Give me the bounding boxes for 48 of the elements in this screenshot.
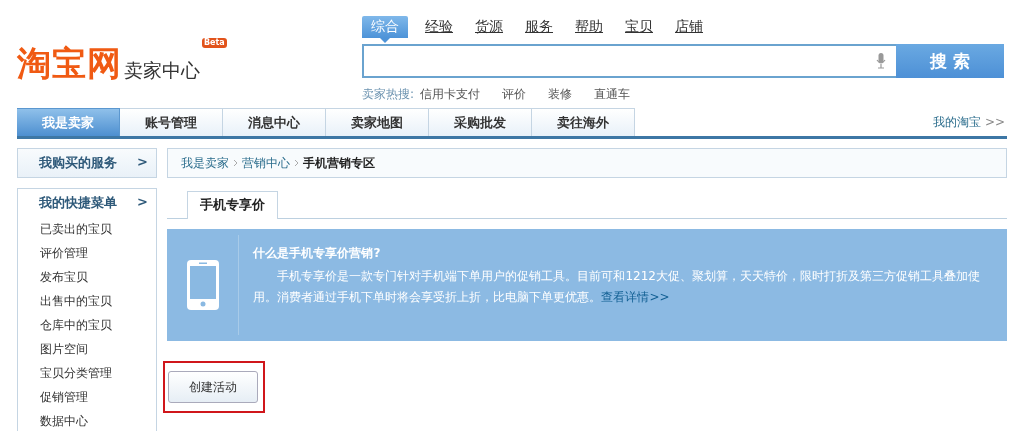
arrow-text: > [137, 154, 148, 171]
sidebar-item[interactable]: 已卖出的宝贝 [18, 217, 156, 241]
nav-tab[interactable]: 采购批发 [429, 108, 532, 136]
sidebar-item[interactable]: 促销管理 [18, 385, 156, 409]
search-tab[interactable]: 店铺 [670, 17, 708, 37]
breadcrumb-link[interactable]: 营销中心 [242, 154, 290, 172]
logo-subtitle: 卖家中心 [124, 58, 200, 82]
sidebar-item[interactable]: 图片空间 [18, 337, 156, 361]
sidebar-title: 我的快捷菜单 [39, 194, 117, 212]
breadcrumb-link[interactable]: 我是卖家 [181, 154, 229, 172]
sidebar-item[interactable]: 数据中心 [18, 409, 156, 431]
breadcrumb-link[interactable]: 手机营销专区 [303, 154, 375, 172]
hot-search-link[interactable]: 信用卡支付 [420, 86, 481, 103]
sidebar-title: 我购买的服务 [39, 154, 117, 172]
my-taobao-link[interactable]: 我的淘宝 [932, 113, 981, 131]
content-tab[interactable]: 手机专享价 [187, 191, 278, 219]
hot-search-link[interactable]: 直通车 [594, 86, 631, 103]
search-field[interactable] [362, 44, 896, 78]
sidebar-item[interactable]: 宝贝分类管理 [18, 361, 156, 385]
logo-brand: 淘宝网 [17, 44, 122, 82]
hot-search-label: 卖家热搜: [362, 86, 415, 103]
nav-tab[interactable]: 卖家地图 [326, 108, 429, 136]
sidebar-item[interactable]: 发布宝贝 [18, 265, 156, 289]
sidebar-header[interactable]: 我购买的服务 > [18, 149, 156, 177]
chevron-icon [233, 159, 238, 167]
phone-icon [186, 260, 219, 310]
hot-search-link[interactable]: 评价 [502, 86, 527, 103]
nav-tab[interactable]: 卖往海外 [532, 108, 635, 136]
pointer-icon [380, 38, 390, 43]
create-activity-button[interactable]: 创建活动 [168, 371, 258, 403]
nav-tab[interactable]: 消息中心 [223, 108, 326, 136]
search-tab[interactable]: 宝贝 [620, 17, 658, 37]
beta-badge: Beta [202, 38, 227, 48]
sidebar-item[interactable]: 仓库中的宝贝 [18, 313, 156, 337]
sidebar-item[interactable]: 出售中的宝贝 [18, 289, 156, 313]
hot-search-link[interactable]: 装修 [548, 86, 573, 103]
sidebar-item[interactable]: 评价管理 [18, 241, 156, 265]
arrow-text: > [137, 194, 148, 211]
search-tab[interactable]: 经验 [420, 17, 458, 37]
search-tab[interactable]: 服务 [520, 17, 558, 37]
arrow-text: >> [984, 115, 1005, 129]
chevron-icon [294, 159, 299, 167]
microphone-icon[interactable] [876, 53, 886, 69]
search-tab[interactable]: 货源 [470, 17, 508, 37]
nav-tab[interactable]: 账号管理 [120, 108, 223, 136]
search-tab[interactable]: 帮助 [570, 17, 608, 37]
info-title: 什么是手机专享价营销? [253, 245, 382, 262]
info-paragraph: 手机专享价是一款专门针对手机端下单用户的促销工具。目前可和1212大促、聚划算，天天特价，限时打折及第三方促销工具叠加使用。消费者通过手机下单时将会享受折上折，比电脑下单更优惠。查看详情>> [253, 268, 981, 306]
